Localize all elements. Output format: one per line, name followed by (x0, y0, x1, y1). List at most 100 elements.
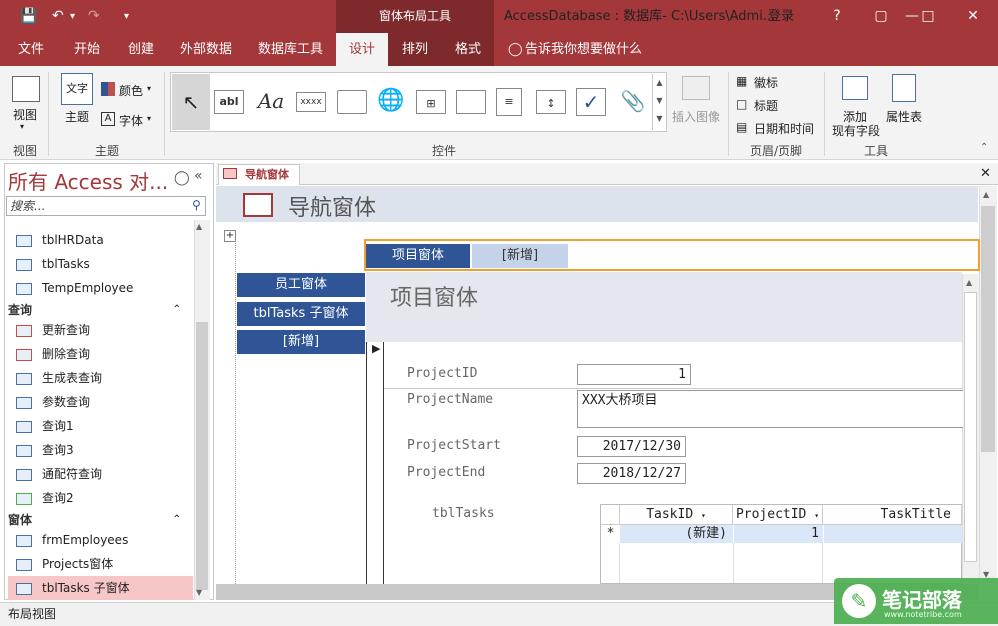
fonts-icon[interactable]: A (101, 112, 115, 126)
label-control-icon[interactable]: Aa (256, 88, 286, 116)
nav-item-table[interactable]: tblTasks (8, 252, 193, 276)
scroll-up-icon[interactable]: ▲ (983, 190, 989, 199)
new-record-marker[interactable]: * (601, 525, 620, 543)
grid-header-taskid[interactable]: TaskID ▾ (620, 505, 733, 525)
navigation-control-icon[interactable] (456, 90, 486, 114)
field-projectend[interactable]: 2018/12/27 (577, 463, 686, 484)
subform-title[interactable]: 项目窗体 (390, 280, 478, 312)
close-icon[interactable]: ✕ (958, 0, 988, 33)
nav-button-add-new[interactable]: [新增] (237, 330, 365, 354)
undo-dropdown-icon[interactable]: ▾ (70, 0, 75, 33)
sort-dropdown-icon[interactable]: ▾ (701, 511, 706, 520)
tab-external-data[interactable]: 外部数据 (180, 33, 232, 66)
gallery-scroll-icon[interactable]: ▲ ▼ ▼ (652, 74, 666, 130)
button-control-icon[interactable]: xxxx (296, 92, 326, 112)
nav-item-query[interactable]: 删除查询 (8, 342, 193, 366)
nav-scroll-thumb[interactable] (196, 322, 208, 590)
nav-item-query[interactable]: 查询3 (8, 438, 193, 462)
field-projectname[interactable]: XXX大桥项目 (577, 390, 963, 428)
logo-icon[interactable]: ▦ (736, 74, 747, 88)
nav-item-query[interactable]: 生成表查询 (8, 366, 193, 390)
undo-icon[interactable]: ↶ (52, 0, 64, 33)
grid-cell-taskid[interactable]: (新建) (620, 525, 733, 543)
grid-corner[interactable] (601, 505, 620, 525)
grid-cell-tasktitle[interactable] (823, 525, 962, 543)
nav-item-query[interactable]: 查询2 (8, 486, 193, 510)
theme-icon[interactable]: 文字 (61, 73, 93, 105)
nav-button-employee-form[interactable]: 员工窗体 (237, 273, 365, 297)
add-fields-icon[interactable] (842, 76, 868, 100)
scroll-down-icon[interactable]: ▼ (196, 588, 202, 597)
tab-create[interactable]: 创建 (128, 33, 154, 66)
grid-header-tasktitle[interactable]: TaskTitle (823, 505, 962, 525)
textbox-control-icon[interactable]: abl (214, 90, 244, 114)
datetime-button[interactable]: 日期和时间 (754, 120, 814, 137)
collapse-chevron-icon[interactable]: ⌃ (173, 510, 181, 530)
nav-item-query[interactable]: 参数查询 (8, 390, 193, 414)
login-link[interactable]: 登录 (768, 0, 794, 33)
form-title[interactable]: 导航窗体 (288, 190, 376, 222)
nav-item-query[interactable]: 通配符查询 (8, 462, 193, 486)
colors-button[interactable]: 颜色 (119, 82, 143, 99)
form-scroll-thumb[interactable] (981, 206, 995, 452)
nav-item-form[interactable]: Projects窗体 (8, 552, 193, 576)
hyperlink-control-icon[interactable]: 🌐 (376, 88, 406, 116)
nav-search-input[interactable]: 搜索... (6, 196, 206, 216)
search-icon[interactable]: ⚲ (192, 198, 201, 212)
add-fields-button-line2[interactable]: 现有字段 (832, 122, 880, 139)
field-projectid[interactable]: 1 (577, 364, 691, 385)
view-icon[interactable] (12, 76, 40, 102)
page-break-icon[interactable]: ↕ (536, 90, 566, 114)
shutter-bar-icon[interactable]: « (194, 168, 203, 184)
scroll-up-icon[interactable]: ▲ (966, 278, 972, 287)
property-sheet-button[interactable]: 属性表 (886, 108, 922, 125)
sort-dropdown-icon[interactable]: ▾ (814, 511, 819, 520)
tab-file[interactable]: 文件 (18, 33, 44, 66)
tab-control-icon[interactable] (337, 90, 367, 114)
nav-item-form-selected[interactable]: tblTasks 子窗体 (8, 576, 193, 600)
property-sheet-icon[interactable] (892, 74, 916, 102)
nav-item-form[interactable]: frmEmployees (8, 528, 193, 552)
web-browser-control-icon[interactable]: ⊞ (416, 90, 446, 114)
title-button[interactable]: 标题 (754, 97, 778, 114)
view-dropdown-icon[interactable]: ▾ (20, 122, 24, 131)
title-icon[interactable]: □ (736, 97, 747, 111)
subtab-project-form[interactable]: 项目窗体 (366, 244, 470, 268)
tab-format[interactable]: 格式 (455, 33, 481, 66)
help-button[interactable]: ? (822, 0, 852, 33)
nav-button-tbltasks-subform[interactable]: tblTasks 子窗体 (237, 302, 365, 326)
tab-home[interactable]: 开始 (74, 33, 100, 66)
nav-menu-icon[interactable]: ◯ (174, 170, 190, 186)
attachment-control-icon[interactable]: 📎 (618, 88, 648, 116)
theme-button[interactable]: 主题 (65, 108, 89, 125)
tab-design[interactable]: 设计 (336, 33, 388, 66)
datetime-icon[interactable]: ▤ (736, 120, 747, 134)
subform-scroll-thumb[interactable] (964, 292, 977, 562)
colors-dropdown-icon[interactable]: ▾ (147, 84, 151, 93)
grid-header-projectid[interactable]: ProjectID ▾ (733, 505, 823, 525)
option-group-icon[interactable]: ≡ (496, 88, 522, 116)
close-document-icon[interactable]: ✕ (980, 166, 991, 181)
nav-item-query[interactable]: 查询1 (8, 414, 193, 438)
collapse-ribbon-icon[interactable]: ⌃ (980, 142, 988, 153)
record-selector[interactable] (368, 342, 384, 584)
colors-icon[interactable] (101, 82, 115, 96)
tellme-search[interactable]: 告诉我你想要做什么 (525, 33, 642, 66)
nav-item-table[interactable]: TempEmployee (8, 276, 193, 300)
view-button[interactable]: 视图 (13, 106, 37, 123)
nav-group-queries[interactable]: 查询 ⌃ (8, 300, 193, 320)
save-icon[interactable]: 💾 (20, 0, 37, 33)
field-projectstart[interactable]: 2017/12/30 (577, 436, 686, 457)
nav-group-forms[interactable]: 窗体 ⌃ (8, 510, 193, 530)
checkbox-control-icon[interactable]: ✓ (576, 88, 606, 116)
collapse-chevron-icon[interactable]: ⌃ (173, 300, 181, 320)
select-pointer-icon[interactable]: ↖ (172, 74, 210, 130)
scroll-up-icon[interactable]: ▲ (196, 222, 202, 231)
tab-arrange[interactable]: 排列 (402, 33, 428, 66)
fonts-button[interactable]: 字体 (119, 112, 143, 129)
nav-item-query[interactable]: 更新查询 (8, 318, 193, 342)
tab-database-tools[interactable]: 数据库工具 (258, 33, 323, 66)
logo-button[interactable]: 徽标 (754, 74, 778, 91)
grid-cell-projectid[interactable]: 1 (733, 525, 823, 543)
ribbon-display-icon[interactable]: ▢ (866, 0, 896, 33)
